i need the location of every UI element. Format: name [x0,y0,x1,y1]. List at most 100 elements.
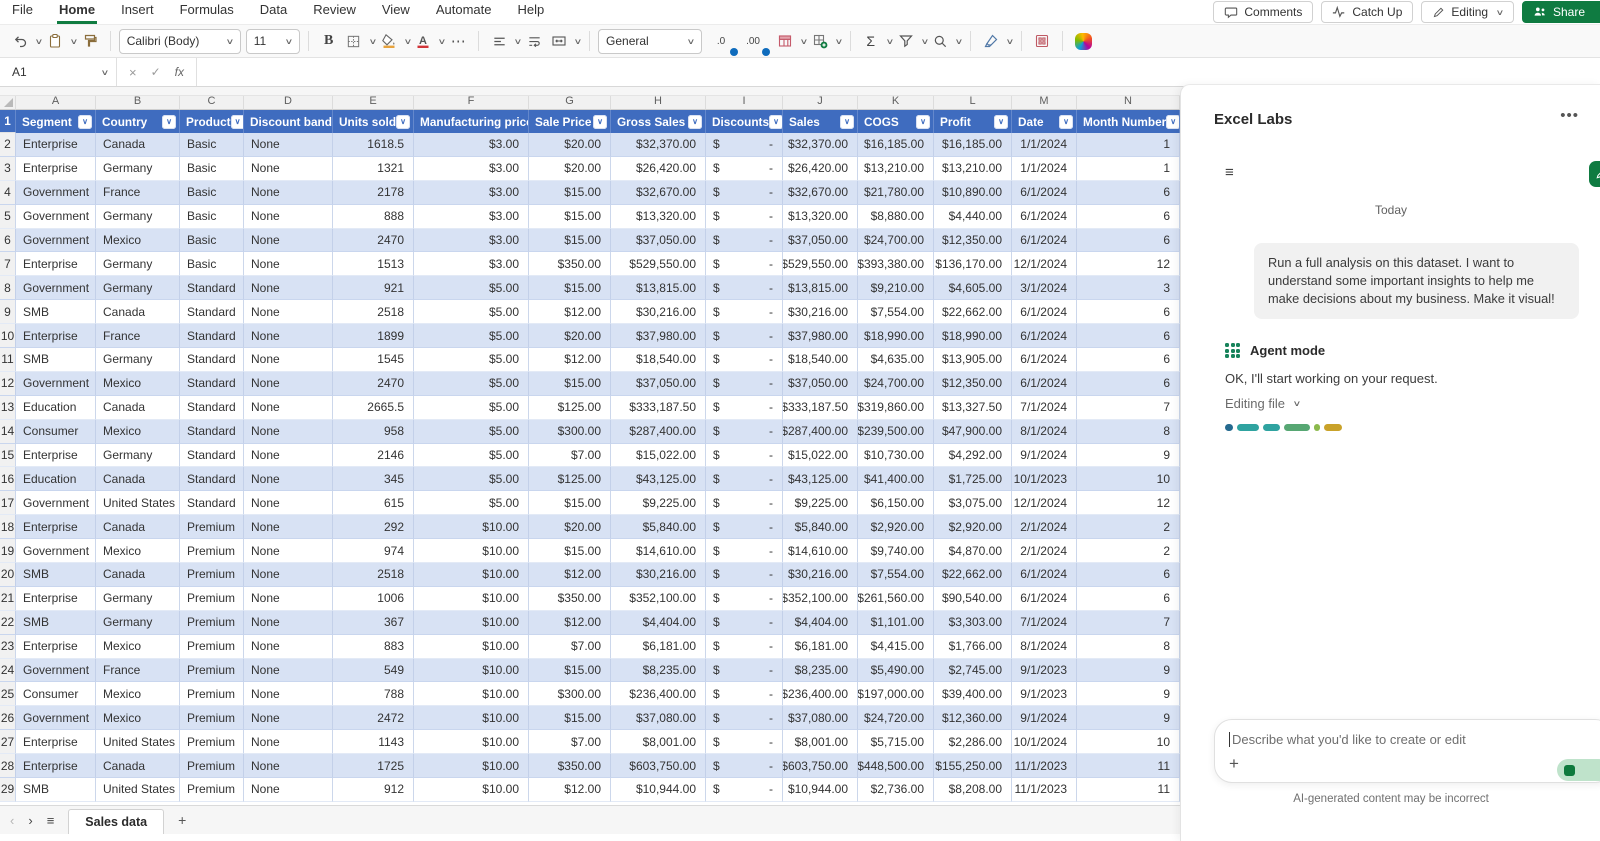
cell[interactable]: Germany [96,586,180,611]
cell[interactable]: 2470 [333,228,414,253]
cell[interactable]: $18,540.00 [783,348,858,372]
cell[interactable]: Enterprise [16,754,96,779]
cell[interactable]: None [244,563,333,587]
cell[interactable]: None [244,634,333,659]
cell[interactable]: None [244,348,333,372]
cell[interactable]: $ - [706,682,783,707]
cell[interactable]: $47,900.00 [934,419,1012,444]
cell[interactable]: $15.00 [529,706,611,731]
cell[interactable]: $ - [706,324,783,349]
cell[interactable]: $603,750.00 [783,754,858,779]
cell[interactable]: 6/1/2024 [1012,563,1077,587]
cell[interactable]: $ - [706,754,783,779]
cell[interactable]: 9/1/2024 [1012,443,1077,468]
cell[interactable]: $9,740.00 [858,539,934,564]
cancel-entry-icon[interactable]: × [129,65,137,80]
cell[interactable]: None [244,276,333,301]
font-size-select[interactable]: 11 ∨ [245,28,300,54]
prev-sheet-button[interactable]: ‹ [10,813,14,828]
cell[interactable]: $236,400.00 [611,682,706,707]
cell[interactable]: $12,350.00 [934,228,1012,253]
column-header[interactable]: Units sold ∨ [333,110,414,133]
cell[interactable]: $10.00 [414,682,529,707]
cell[interactable]: $7.00 [529,634,611,659]
cell[interactable]: None [244,610,333,635]
row-number[interactable]: 23 [0,634,16,659]
cell[interactable]: None [244,300,333,325]
cell[interactable]: 1899 [333,324,414,349]
row-number[interactable]: 12 [0,371,16,396]
format-painter-button[interactable] [78,28,102,54]
cell[interactable]: $15.00 [529,204,611,229]
cell[interactable]: $ - [706,180,783,205]
filter-button[interactable]: ∨ [162,114,176,129]
cell[interactable]: 10 [1077,730,1180,755]
cell[interactable]: Standard [180,467,244,492]
cell[interactable]: $26,420.00 [783,156,858,181]
font-color-button[interactable]: A [411,28,435,54]
chevron-down-icon[interactable]: ∨ [574,37,583,46]
cell[interactable]: Premium [180,658,244,683]
cell[interactable]: Basic [180,156,244,181]
cell[interactable]: 8 [1077,419,1180,444]
filter-button[interactable]: ∨ [396,114,411,129]
cell[interactable]: Basic [180,252,244,277]
row-number[interactable]: 22 [0,610,16,635]
cell[interactable]: 8/1/2024 [1012,634,1077,659]
cell[interactable]: Canada [96,515,180,540]
cell[interactable]: $20.00 [529,156,611,181]
cell[interactable]: $15,022.00 [783,443,858,468]
cell[interactable]: 3/1/2024 [1012,276,1077,301]
cell[interactable]: $5.00 [414,324,529,349]
cell[interactable]: $197,000.00 [858,682,934,707]
cell[interactable]: $5.00 [414,276,529,301]
cell[interactable]: 6 [1077,228,1180,253]
cell[interactable]: Premium [180,515,244,540]
cell[interactable]: Basic [180,180,244,205]
cell[interactable]: $9,225.00 [783,491,858,516]
cell[interactable]: None [244,204,333,229]
next-sheet-button[interactable]: › [28,813,32,828]
cell[interactable]: $10.00 [414,754,529,779]
cell[interactable]: 11/1/2023 [1012,778,1077,802]
cell[interactable]: 292 [333,515,414,540]
column-header[interactable]: COGS ∨ [858,110,934,133]
cell[interactable]: Standard [180,276,244,301]
column-header[interactable]: Month Number ∨ [1077,110,1180,133]
cell[interactable]: 2178 [333,180,414,205]
cell[interactable]: $4,292.00 [934,443,1012,468]
cell[interactable]: $13,320.00 [783,204,858,229]
cell[interactable]: Government [16,658,96,683]
menu-tab-review[interactable]: Review [311,0,358,24]
row-number[interactable]: 21 [0,586,16,611]
cell[interactable]: Mexico [96,634,180,659]
confirm-entry-icon[interactable]: ✓ [151,65,161,79]
cell[interactable]: $20.00 [529,324,611,349]
cell[interactable]: None [244,515,333,540]
cell[interactable]: $10.00 [414,610,529,635]
menu-tab-view[interactable]: View [380,0,412,24]
cell[interactable]: 974 [333,539,414,564]
cell[interactable]: $30,216.00 [783,563,858,587]
cell[interactable]: $ - [706,610,783,635]
cell[interactable]: $5.00 [414,300,529,325]
cell[interactable]: None [244,706,333,731]
cell[interactable]: $15.00 [529,228,611,253]
filter-button[interactable]: ∨ [688,114,702,129]
cell[interactable]: Mexico [96,228,180,253]
cell[interactable]: Germany [96,610,180,635]
cell[interactable]: $2,745.00 [934,658,1012,683]
cell[interactable]: $5.00 [414,467,529,492]
cell[interactable]: $333,187.50 [783,395,858,420]
cell[interactable]: $32,670.00 [611,180,706,205]
row-number[interactable]: 17 [0,491,16,516]
font-name-select[interactable]: Calibri (Body) ∨ [118,28,241,54]
cell[interactable]: $10.00 [414,778,529,802]
cell[interactable]: $10.00 [414,658,529,683]
cell[interactable]: $39,400.00 [934,682,1012,707]
cell[interactable]: 2470 [333,371,414,396]
cell[interactable]: Premium [180,706,244,731]
chevron-down-icon[interactable]: ∨ [955,37,964,46]
cell[interactable]: 6/1/2024 [1012,371,1077,396]
cell[interactable]: Enterprise [16,156,96,181]
